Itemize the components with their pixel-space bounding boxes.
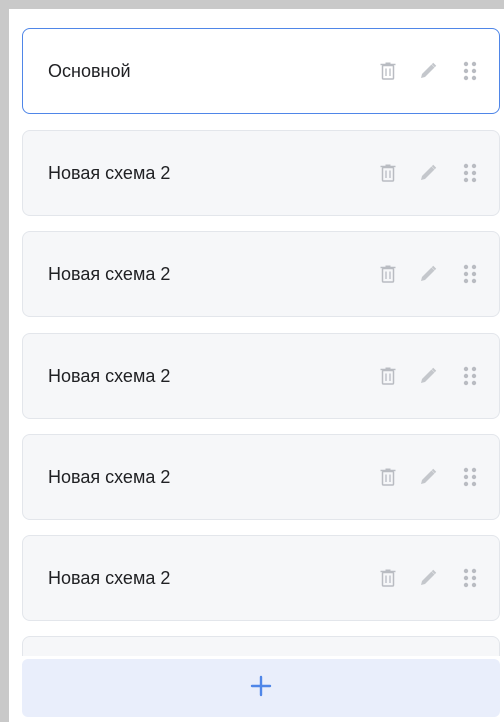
scheme-item[interactable]: Новая схема 2 [22,231,500,317]
plus-icon [250,675,272,702]
trash-icon[interactable] [377,365,399,387]
scheme-list: Основной Новая схема 2 Новая схема 2 Нов… [22,18,500,656]
scheme-item-actions [377,263,481,285]
scheme-item-actions [377,365,481,387]
trash-icon[interactable] [377,60,399,82]
scheme-item-label: Новая схема 2 [48,263,171,284]
drag-handle-icon[interactable] [459,466,481,488]
scheme-item-label: Новая схема 2 [48,365,171,386]
pencil-icon[interactable] [417,365,439,387]
scheme-item-label: Новая схема 2 [48,567,171,588]
scheme-item[interactable]: Новая схема 2 [22,434,500,520]
pencil-icon[interactable] [417,162,439,184]
scheme-panel: Основной Новая схема 2 Новая схема 2 Нов… [0,0,504,722]
trash-icon[interactable] [377,162,399,184]
trash-icon[interactable] [377,466,399,488]
scheme-item-actions [377,567,481,589]
scheme-item-label: Новая схема 2 [48,466,171,487]
drag-handle-icon[interactable] [459,162,481,184]
scheme-item[interactable]: Основной [22,28,500,114]
drag-handle-icon[interactable] [459,365,481,387]
pencil-icon[interactable] [417,263,439,285]
pencil-icon[interactable] [417,60,439,82]
pencil-icon[interactable] [417,567,439,589]
scheme-item-actions [377,466,481,488]
scheme-item[interactable]: Новая схема 2 [22,333,500,419]
drag-handle-icon[interactable] [459,60,481,82]
scheme-item-actions [377,60,481,82]
scheme-item-label: Основной [48,60,131,81]
pencil-icon[interactable] [417,466,439,488]
scheme-item-partial[interactable] [22,636,500,656]
trash-icon[interactable] [377,263,399,285]
drag-handle-icon[interactable] [459,263,481,285]
scheme-item[interactable]: Новая схема 2 [22,535,500,621]
scheme-item-label: Новая схема 2 [48,162,171,183]
scheme-item[interactable]: Новая схема 2 [22,130,500,216]
scheme-item-actions [377,162,481,184]
add-scheme-button[interactable] [22,659,500,717]
trash-icon[interactable] [377,567,399,589]
drag-handle-icon[interactable] [459,567,481,589]
